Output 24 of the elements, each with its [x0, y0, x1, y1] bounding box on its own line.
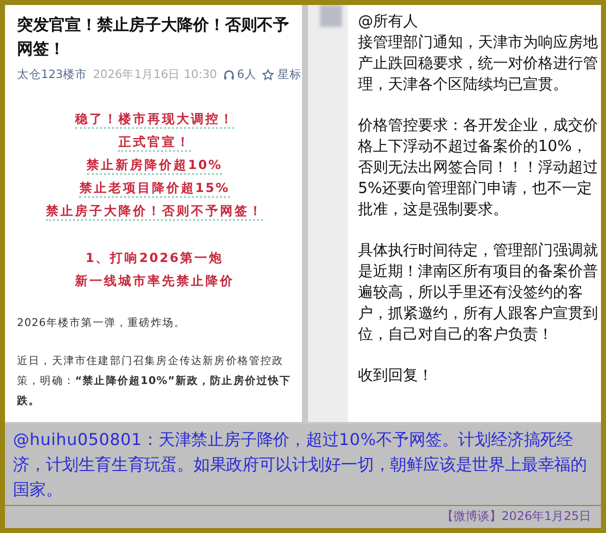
mention-text: @所有人 [358, 11, 420, 32]
highlight-line: 稳了！楼市再现大调控！ [74, 110, 234, 129]
source-date: 【微博谈】2026年1月25日 [442, 509, 591, 523]
publish-date: 2026年1月16日 10:30 [92, 67, 217, 82]
message-paragraph: 具体执行时间待定，管理部门强调就是近期！津南区所有项目的备案价普遍较高，所以手里还有没签约的客户，抓紧邀约，所有人跟客户宣贯到位，自己对自己的客户负责！ [358, 240, 598, 345]
highlight-line: 正式官宣！ [118, 133, 191, 152]
headphones-icon [222, 68, 235, 80]
message-paragraph: 接管理部门通知，天津市为响应房地产止跌回稳要求，统一对价格进行管理，天津各个区陆续均已宣贯。 [358, 32, 598, 95]
section-heading: 1、打响2026第一炮 [86, 249, 224, 266]
star-button[interactable]: 星标 [262, 67, 302, 82]
star-icon [262, 68, 274, 80]
avatar-placeholder [320, 5, 342, 27]
highlight-line: 禁止新房降价超10% [86, 156, 222, 175]
article-paragraph: 2026年楼市第一弹，重磅炸场。 [17, 316, 187, 331]
message-paragraph: 收到回复！ [358, 365, 434, 386]
highlight-line: 禁止老项目降价超15% [79, 179, 230, 198]
message-paragraph: 价格管控要求：各开发企业，成交价格上下浮动不超过备案价的10%，否则无法出网签合同！！！浮动超过 5%还要向管理部门申请，也不一定批准，这是强制要求。 [358, 115, 598, 220]
highlight-line: 禁止房子大降价！否则不予网签！ [46, 202, 264, 221]
article-paragraph: 近日，天津市住建部门召集房企传达新房价格管控政策，明确：“禁止降价超10%”新政，防止房价过快下跌。 [17, 354, 292, 409]
caption-text: @huihu050801：天津禁止房子降价，超过10%不予网签。计划经济搞死经济，计划生育生育玩蛋。如果政府可以计划好一切，朝鲜应该是世界上最幸福的国家。 [12, 429, 588, 501]
section-heading: 新一线城市率先禁止降价 [74, 272, 234, 289]
listener-count: 6人 [222, 67, 256, 82]
author-name: 太仓123楼市 [17, 67, 87, 82]
article-title: 突发官宣！禁止房子大降价！否则不予网签！ [17, 14, 290, 60]
